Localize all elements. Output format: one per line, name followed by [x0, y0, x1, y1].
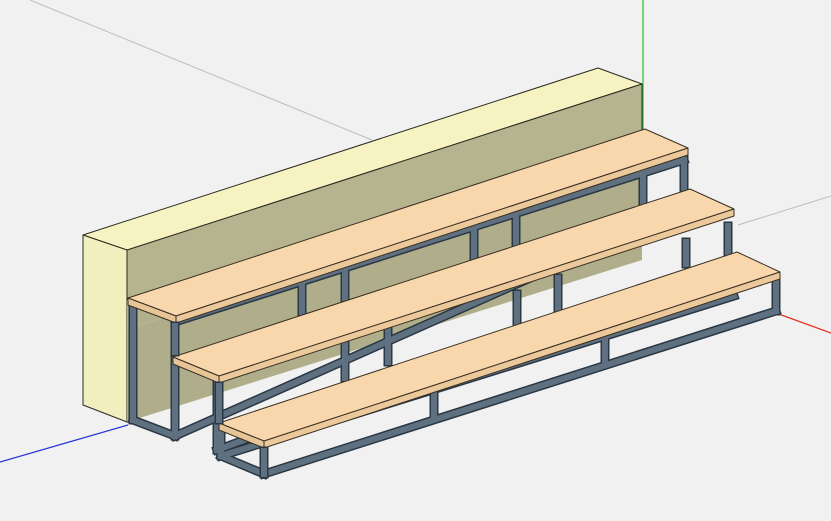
scene-canvas[interactable]: [0, 0, 831, 521]
back-wall-end: [82, 234, 128, 423]
3d-viewport[interactable]: [0, 0, 831, 521]
